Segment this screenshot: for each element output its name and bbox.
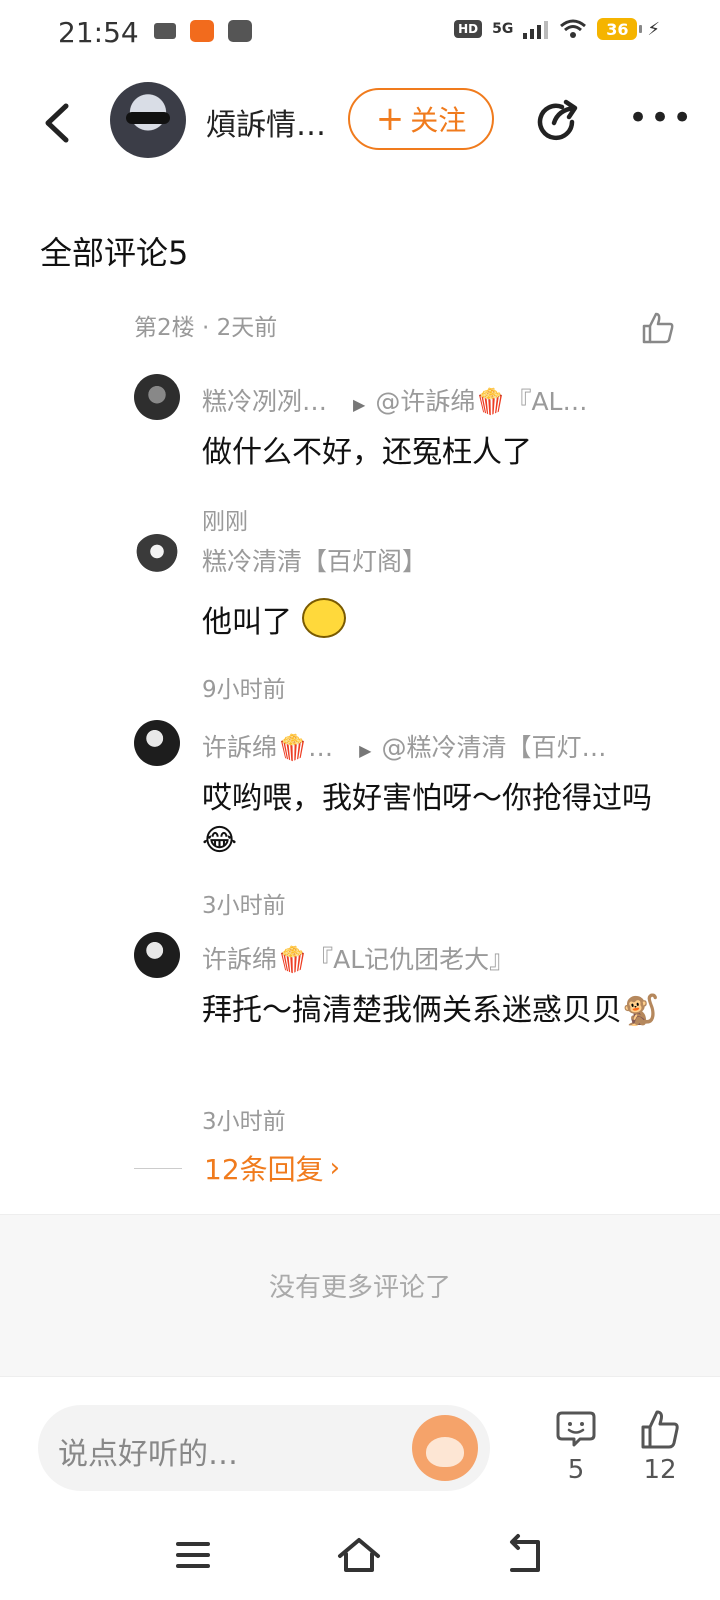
reply-time: 9小时前 <box>202 677 286 703</box>
follow-label: 关注 <box>410 104 467 137</box>
message-icon <box>228 20 252 42</box>
end-of-comments: 没有更多评论了 <box>0 1214 720 1377</box>
return-icon <box>510 1534 540 1572</box>
reply-text: 他叫了 <box>202 598 682 644</box>
reply-user[interactable]: 许訴绵🍿… <box>202 733 333 762</box>
battery-indicator: 36 <box>597 18 643 40</box>
emoji-picker-icon[interactable] <box>412 1415 478 1481</box>
floor-info: 第2楼 · 2天前 <box>134 315 278 341</box>
reply-meta: 糕冷冽冽… ▶ @许訴绵🍿『AL… <box>202 382 588 418</box>
comment-input-placeholder: 说点好听的… <box>58 1437 238 1472</box>
battery-level: 36 <box>606 19 629 39</box>
reply-meta: 许訴绵🍿… ▶ @糕冷清清【百灯… <box>202 728 606 764</box>
reply-avatar[interactable] <box>134 374 180 420</box>
signal-icon <box>523 21 549 39</box>
reply-arrow-icon: ▶ <box>353 395 366 414</box>
status-notification-icons <box>154 20 252 42</box>
system-nav-bar <box>0 1500 720 1600</box>
home-button[interactable] <box>334 1530 384 1580</box>
comment-like-button[interactable] <box>640 310 676 346</box>
app-notification-icon <box>190 20 214 42</box>
reply-avatar[interactable] <box>134 932 180 978</box>
like-count-button[interactable]: 12 <box>632 1407 688 1485</box>
comment-count: 5 <box>567 1455 585 1485</box>
menu-icon <box>176 1542 210 1568</box>
plus-icon: + <box>375 99 405 139</box>
reply-item[interactable]: 许訴绵🍿『AL记仇团老大』 拜托～搞清楚我俩关系迷惑贝贝🐒 3小时前 <box>134 932 694 1135</box>
reply-text: 做什么不好，还冤枉人了 <box>202 435 532 470</box>
reply-meta: 糕冷清清【百灯阁】 <box>202 542 427 578</box>
comments-title: 全部评论5 <box>40 234 189 272</box>
reply-text: 拜托～搞清楚我俩关系迷惑贝贝🐒 <box>202 993 660 1028</box>
divider <box>134 1167 182 1169</box>
reply-arrow-icon: ▶ <box>359 741 372 760</box>
cat-emoji-icon <box>301 598 346 638</box>
video-icon <box>154 23 176 39</box>
reply-time: 3小时前 <box>202 893 286 919</box>
reply-meta: 许訴绵🍿『AL记仇团老大』 <box>202 940 514 976</box>
share-button[interactable] <box>532 96 582 146</box>
more-button[interactable]: ••• <box>628 98 694 138</box>
wifi-icon <box>560 19 587 38</box>
follow-button[interactable]: + 关注 <box>348 88 494 150</box>
no-more-comments: 没有更多评论了 <box>268 1273 451 1303</box>
reply-user[interactable]: 糕冷冽冽… <box>202 387 327 416</box>
reply-time: 3小时前 <box>202 1109 286 1135</box>
status-bar: 21:54 HD 5G 36 ⚡ <box>0 0 720 68</box>
home-icon <box>338 1538 380 1572</box>
author-name[interactable]: 熕訴情… <box>206 100 342 144</box>
reply-text-content: 他叫了 <box>202 605 292 640</box>
like-count: 12 <box>643 1455 677 1485</box>
share-icon <box>537 99 578 141</box>
status-time: 21:54 <box>58 16 139 49</box>
thumbs-up-icon <box>641 1410 679 1449</box>
reply-item[interactable]: 许訴绵🍿… ▶ @糕冷清清【百灯… 哎哟喂，我好害怕呀～你抢得过吗😂 3小时前 <box>134 720 694 920</box>
status-right: HD 5G 36 ⚡ <box>454 18 660 40</box>
chevron-right-icon: › <box>329 1153 341 1183</box>
back-nav-button[interactable] <box>500 1530 550 1580</box>
reply-text: 哎哟喂，我好害怕呀～你抢得过吗😂 <box>202 781 652 858</box>
back-button[interactable] <box>38 100 78 146</box>
comment-bar: 说点好听的… 5 12 <box>0 1376 720 1491</box>
network-label: 5G <box>492 21 514 37</box>
reply-item[interactable]: 糕冷清清【百灯阁】 他叫了 9小时前 <box>134 534 694 703</box>
reply-time: 刚刚 <box>202 509 248 535</box>
reply-user[interactable]: 许訴绵🍿『AL记仇团老大』 <box>202 945 514 974</box>
back-icon <box>45 103 69 143</box>
more-icon: ••• <box>628 98 695 138</box>
reply-item[interactable]: 糕冷冽冽… ▶ @许訴绵🍿『AL… 做什么不好，还冤枉人了 刚刚 <box>134 374 694 535</box>
thumbs-up-icon <box>642 312 674 344</box>
more-replies-label: 12条回复 <box>204 1153 324 1186</box>
reply-avatar[interactable] <box>134 720 180 766</box>
comment-icon <box>556 1411 596 1447</box>
post-header: 熕訴情… + 关注 ••• <box>0 78 720 168</box>
reply-to-user[interactable]: @许訴绵🍿『AL… <box>375 387 587 416</box>
comment-input[interactable]: 说点好听的… <box>38 1405 490 1491</box>
menu-button[interactable] <box>168 1530 218 1580</box>
reply-avatar[interactable] <box>134 534 180 580</box>
reply-to-user[interactable]: @糕冷清清【百灯… <box>381 733 606 762</box>
more-replies-link[interactable]: 12条回复 › <box>134 1148 340 1188</box>
charging-icon: ⚡ <box>647 18 660 40</box>
author-avatar[interactable] <box>110 82 186 158</box>
reply-user[interactable]: 糕冷清清【百灯阁】 <box>202 547 427 576</box>
hd-badge: HD <box>454 20 483 38</box>
comment-count-button[interactable]: 5 <box>548 1407 604 1485</box>
